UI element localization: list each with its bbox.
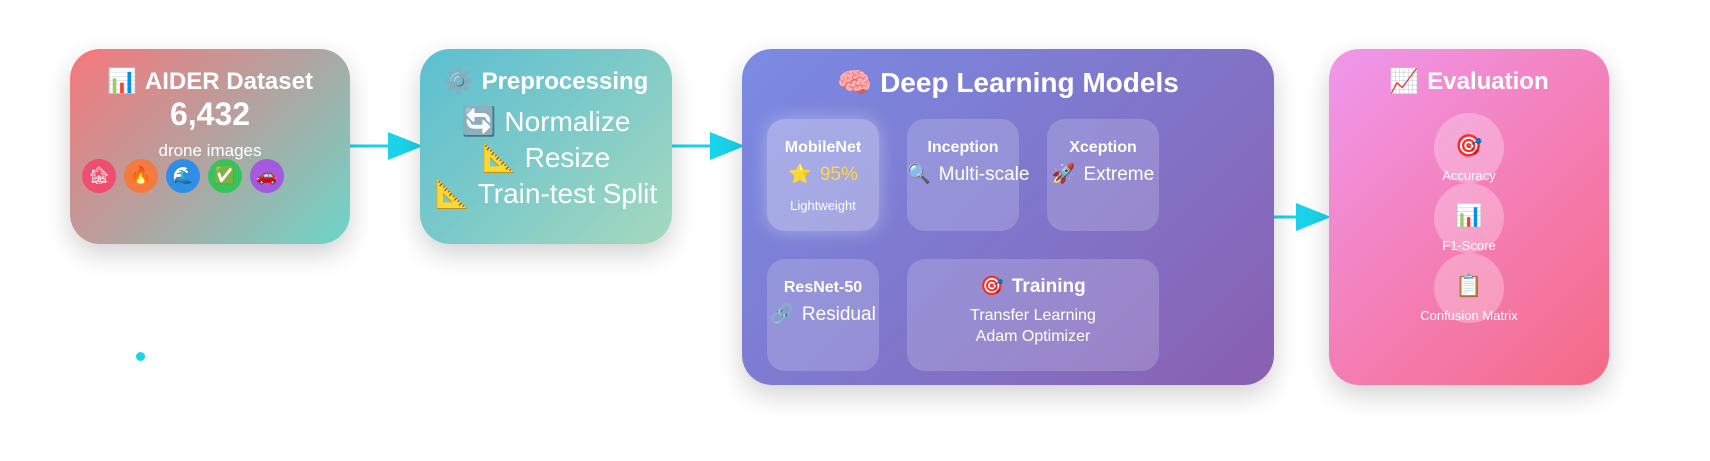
dataset-subtitle: drone images xyxy=(158,141,262,160)
magnifier-icon: 🔍 xyxy=(907,164,931,185)
metric-f1-score: 📊 F1-Score xyxy=(1329,183,1609,253)
dataset-card: 📊 AIDER Dataset 6,432 drone images 🏚 🔥 🌊 … xyxy=(70,49,350,244)
bar-chart-icon: 📊 xyxy=(107,68,137,95)
model-name: ResNet-50 xyxy=(783,279,863,296)
model-tile-xception: Xception 🚀 Extreme xyxy=(1047,119,1159,231)
metric-label: F1-Score xyxy=(1442,238,1496,253)
models-title: 🧠 Deep Learning Models xyxy=(837,67,1179,98)
model-tile-resnet: ResNet-50 🔗 Residual xyxy=(767,259,879,371)
gear-icon: ⚙️ xyxy=(443,68,474,95)
preprocessing-steps: 🔄 Normalize 📐 Resize 📐 Train-test Split xyxy=(420,104,672,212)
model-name: Inception xyxy=(927,139,999,156)
metric-label: Accuracy xyxy=(1442,168,1496,183)
rocket-icon: 🚀 xyxy=(1051,164,1076,185)
step-train-test-split: 📐 Train-test Split xyxy=(434,178,658,209)
models-card: 🧠 Deep Learning Models MobileNet ⭐ 95% Lig… xyxy=(742,49,1274,385)
arrow-models-to-evaluation xyxy=(1274,203,1331,231)
model-detail: 🚀 Extreme xyxy=(1051,164,1155,185)
model-detail: 🔗 Residual xyxy=(770,304,876,325)
model-tile-inception: Inception 🔍 Multi-scale xyxy=(907,119,1030,231)
star-icon: ⭐ xyxy=(788,164,812,185)
model-accuracy: ⭐ 95% xyxy=(788,164,858,185)
triangular-ruler-icon: 📐 xyxy=(481,142,517,173)
training-tile: 🎯 Training Transfer Learning Adam Optimiz… xyxy=(907,259,1159,371)
flood-wave-icon: 🌊 xyxy=(166,159,200,193)
trend-chart-icon: 📈 xyxy=(1389,68,1420,95)
refresh-icon: 🔄 xyxy=(461,106,497,137)
image-count: 6,432 xyxy=(169,96,251,132)
link-icon: 🔗 xyxy=(770,304,794,325)
triangular-ruler-icon: 📐 xyxy=(434,178,470,209)
model-note: Lightweight xyxy=(790,198,856,213)
metric-label: Confusion Matrix xyxy=(1420,308,1518,323)
pipeline-diagram: 📊 AIDER Dataset 6,432 drone images 🏚 🔥 🌊 … xyxy=(0,0,1710,461)
model-tile-mobilenet: MobileNet ⭐ 95% Lightweight xyxy=(767,119,879,231)
training-method: Transfer Learning xyxy=(970,307,1096,324)
evaluation-card: 📈 Evaluation 🎯 Accuracy 📊 F1-Score 📋 Conf… xyxy=(1329,49,1609,385)
model-detail: 🔍 Multi-scale xyxy=(907,164,1030,185)
preprocessing-card: ⚙️ Preprocessing 🔄 Normalize 📐 Resize 📐 Trai… xyxy=(420,49,672,244)
dataset-title: 📊 AIDER Dataset xyxy=(107,68,313,95)
model-name: MobileNet xyxy=(784,139,862,156)
brain-icon: 🧠 xyxy=(837,67,873,98)
training-title: 🎯 Training xyxy=(980,276,1086,297)
training-optimizer: Adam Optimizer xyxy=(975,328,1091,345)
decorative-dot xyxy=(136,352,145,361)
preprocessing-title: ⚙️ Preprocessing xyxy=(443,68,649,95)
collapsed-building-icon: 🏚 xyxy=(82,159,116,193)
car-icon: 🚗 xyxy=(250,159,284,193)
category-icons: 🏚 🔥 🌊 ✅ 🚗 xyxy=(82,159,284,193)
step-resize: 📐 Resize xyxy=(481,142,611,173)
arrow-preprocessing-to-models xyxy=(672,132,745,160)
model-name: Xception xyxy=(1069,139,1137,156)
metric-accuracy: 🎯 Accuracy xyxy=(1329,113,1609,183)
fire-icon: 🔥 xyxy=(124,159,158,193)
metric-confusion-matrix: 📋 Confusion Matrix xyxy=(1329,253,1609,323)
target-icon: 🎯 xyxy=(980,276,1004,297)
evaluation-title: 📈 Evaluation xyxy=(1389,68,1549,95)
step-normalize: 🔄 Normalize xyxy=(461,106,631,137)
arrow-dataset-to-preprocessing xyxy=(350,132,423,160)
check-mark-icon: ✅ xyxy=(208,159,242,193)
